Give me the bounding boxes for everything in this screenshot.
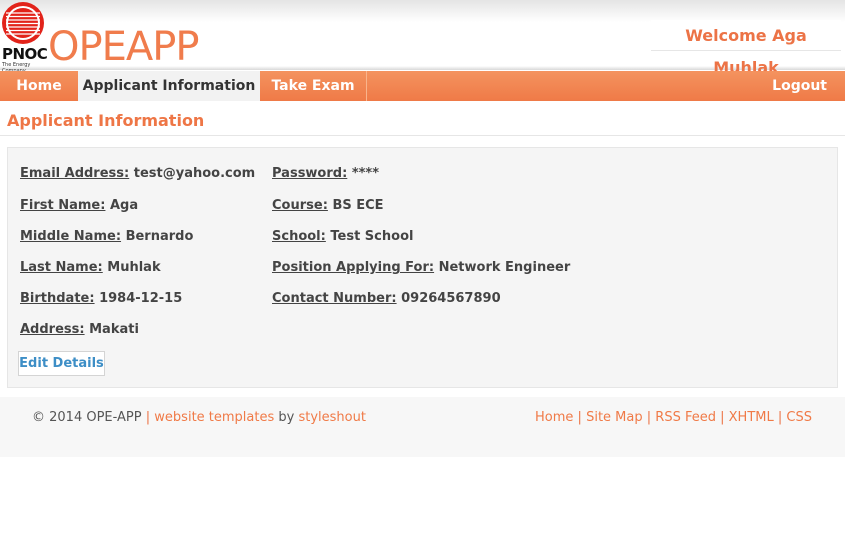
footer-link-xhtml[interactable]: XHTML xyxy=(729,410,774,425)
page-title-bar: Applicant Information xyxy=(0,101,845,136)
first-name-value: Aga xyxy=(109,198,139,213)
website-templates-link[interactable]: website templates xyxy=(154,410,274,425)
app-title: OPEAPP xyxy=(48,24,199,70)
footer-link-rss-feed[interactable]: RSS Feed xyxy=(655,410,716,425)
password-label: Password: xyxy=(272,166,348,181)
footer-link-home[interactable]: Home xyxy=(535,410,573,425)
contact-value: 09264567890 xyxy=(401,291,501,306)
password-field: Password: **** xyxy=(272,166,379,181)
nav-logout[interactable]: Logout xyxy=(772,71,827,101)
footer-separator: | xyxy=(145,410,151,425)
birthdate-label: Birthdate: xyxy=(20,291,95,306)
course-label: Course: xyxy=(272,198,328,213)
footer-separator: | xyxy=(577,410,582,425)
footer-separator: | xyxy=(720,410,725,425)
school-value: Test School xyxy=(330,229,414,244)
school-label: School: xyxy=(272,229,326,244)
pnoc-logo: PNOC The Energy Company xyxy=(0,2,48,74)
footer-link-css[interactable]: CSS xyxy=(786,410,812,425)
main-nav: Home Applicant Information Take Exam Log… xyxy=(0,71,845,101)
birthdate-field: Birthdate: 1984-12-15 xyxy=(20,291,182,306)
first-name-label: First Name: xyxy=(20,198,106,213)
address-value: Makati xyxy=(89,322,139,337)
nav-home[interactable]: Home xyxy=(0,71,78,101)
password-value: **** xyxy=(351,166,380,181)
welcome-message: Welcome Aga Muhlak xyxy=(651,20,841,77)
contact-field: Contact Number: 09264567890 xyxy=(272,291,501,306)
footer-separator: | xyxy=(646,410,652,425)
footer-separator: | xyxy=(777,410,783,425)
middle-name-label: Middle Name: xyxy=(20,229,122,244)
last-name-label: Last Name: xyxy=(20,260,103,275)
footer-link-site-map[interactable]: Site Map xyxy=(586,410,643,425)
applicant-info-panel: Email Address: test@yahoo.com First Name… xyxy=(7,147,838,388)
pnoc-logo-icon xyxy=(2,2,44,44)
birthdate-value: 1984-12-15 xyxy=(99,291,183,306)
nav-applicant-information[interactable]: Applicant Information xyxy=(78,71,260,101)
by-text: by xyxy=(278,410,295,425)
email-label: Email Address: xyxy=(20,166,130,181)
address-field: Address: Makati xyxy=(20,322,139,337)
footer-credits: © 2014 OPE-APP | website templates by st… xyxy=(32,410,366,425)
footer: © 2014 OPE-APP | website templates by st… xyxy=(0,397,845,457)
edit-details-button[interactable]: Edit Details xyxy=(18,351,105,376)
contact-label: Contact Number: xyxy=(272,291,397,306)
header: PNOC The Energy Company OPEAPP Welcome A… xyxy=(0,0,845,77)
logo-text: PNOC xyxy=(2,45,48,63)
email-value: test@yahoo.com xyxy=(133,166,256,181)
middle-name-field: Middle Name: Bernardo xyxy=(20,229,193,244)
course-value: BS ECE xyxy=(332,198,384,213)
nav-take-exam[interactable]: Take Exam xyxy=(260,71,367,101)
copyright-text: © 2014 OPE-APP xyxy=(32,410,142,425)
position-label: Position Applying For: xyxy=(272,260,435,275)
last-name-field: Last Name: Muhlak xyxy=(20,260,161,275)
last-name-value: Muhlak xyxy=(107,260,161,275)
styleshout-link[interactable]: styleshout xyxy=(298,410,365,425)
middle-name-value: Bernardo xyxy=(125,229,194,244)
position-value: Network Engineer xyxy=(438,260,571,275)
footer-links: Home | Site Map | RSS Feed | XHTML | CSS xyxy=(535,410,812,425)
course-field: Course: BS ECE xyxy=(272,198,384,213)
first-name-field: First Name: Aga xyxy=(20,198,138,213)
page-title: Applicant Information xyxy=(7,111,205,130)
position-field: Position Applying For: Network Engineer xyxy=(272,260,570,275)
email-field: Email Address: test@yahoo.com xyxy=(20,166,255,181)
school-field: School: Test School xyxy=(272,229,413,244)
address-label: Address: xyxy=(20,322,85,337)
